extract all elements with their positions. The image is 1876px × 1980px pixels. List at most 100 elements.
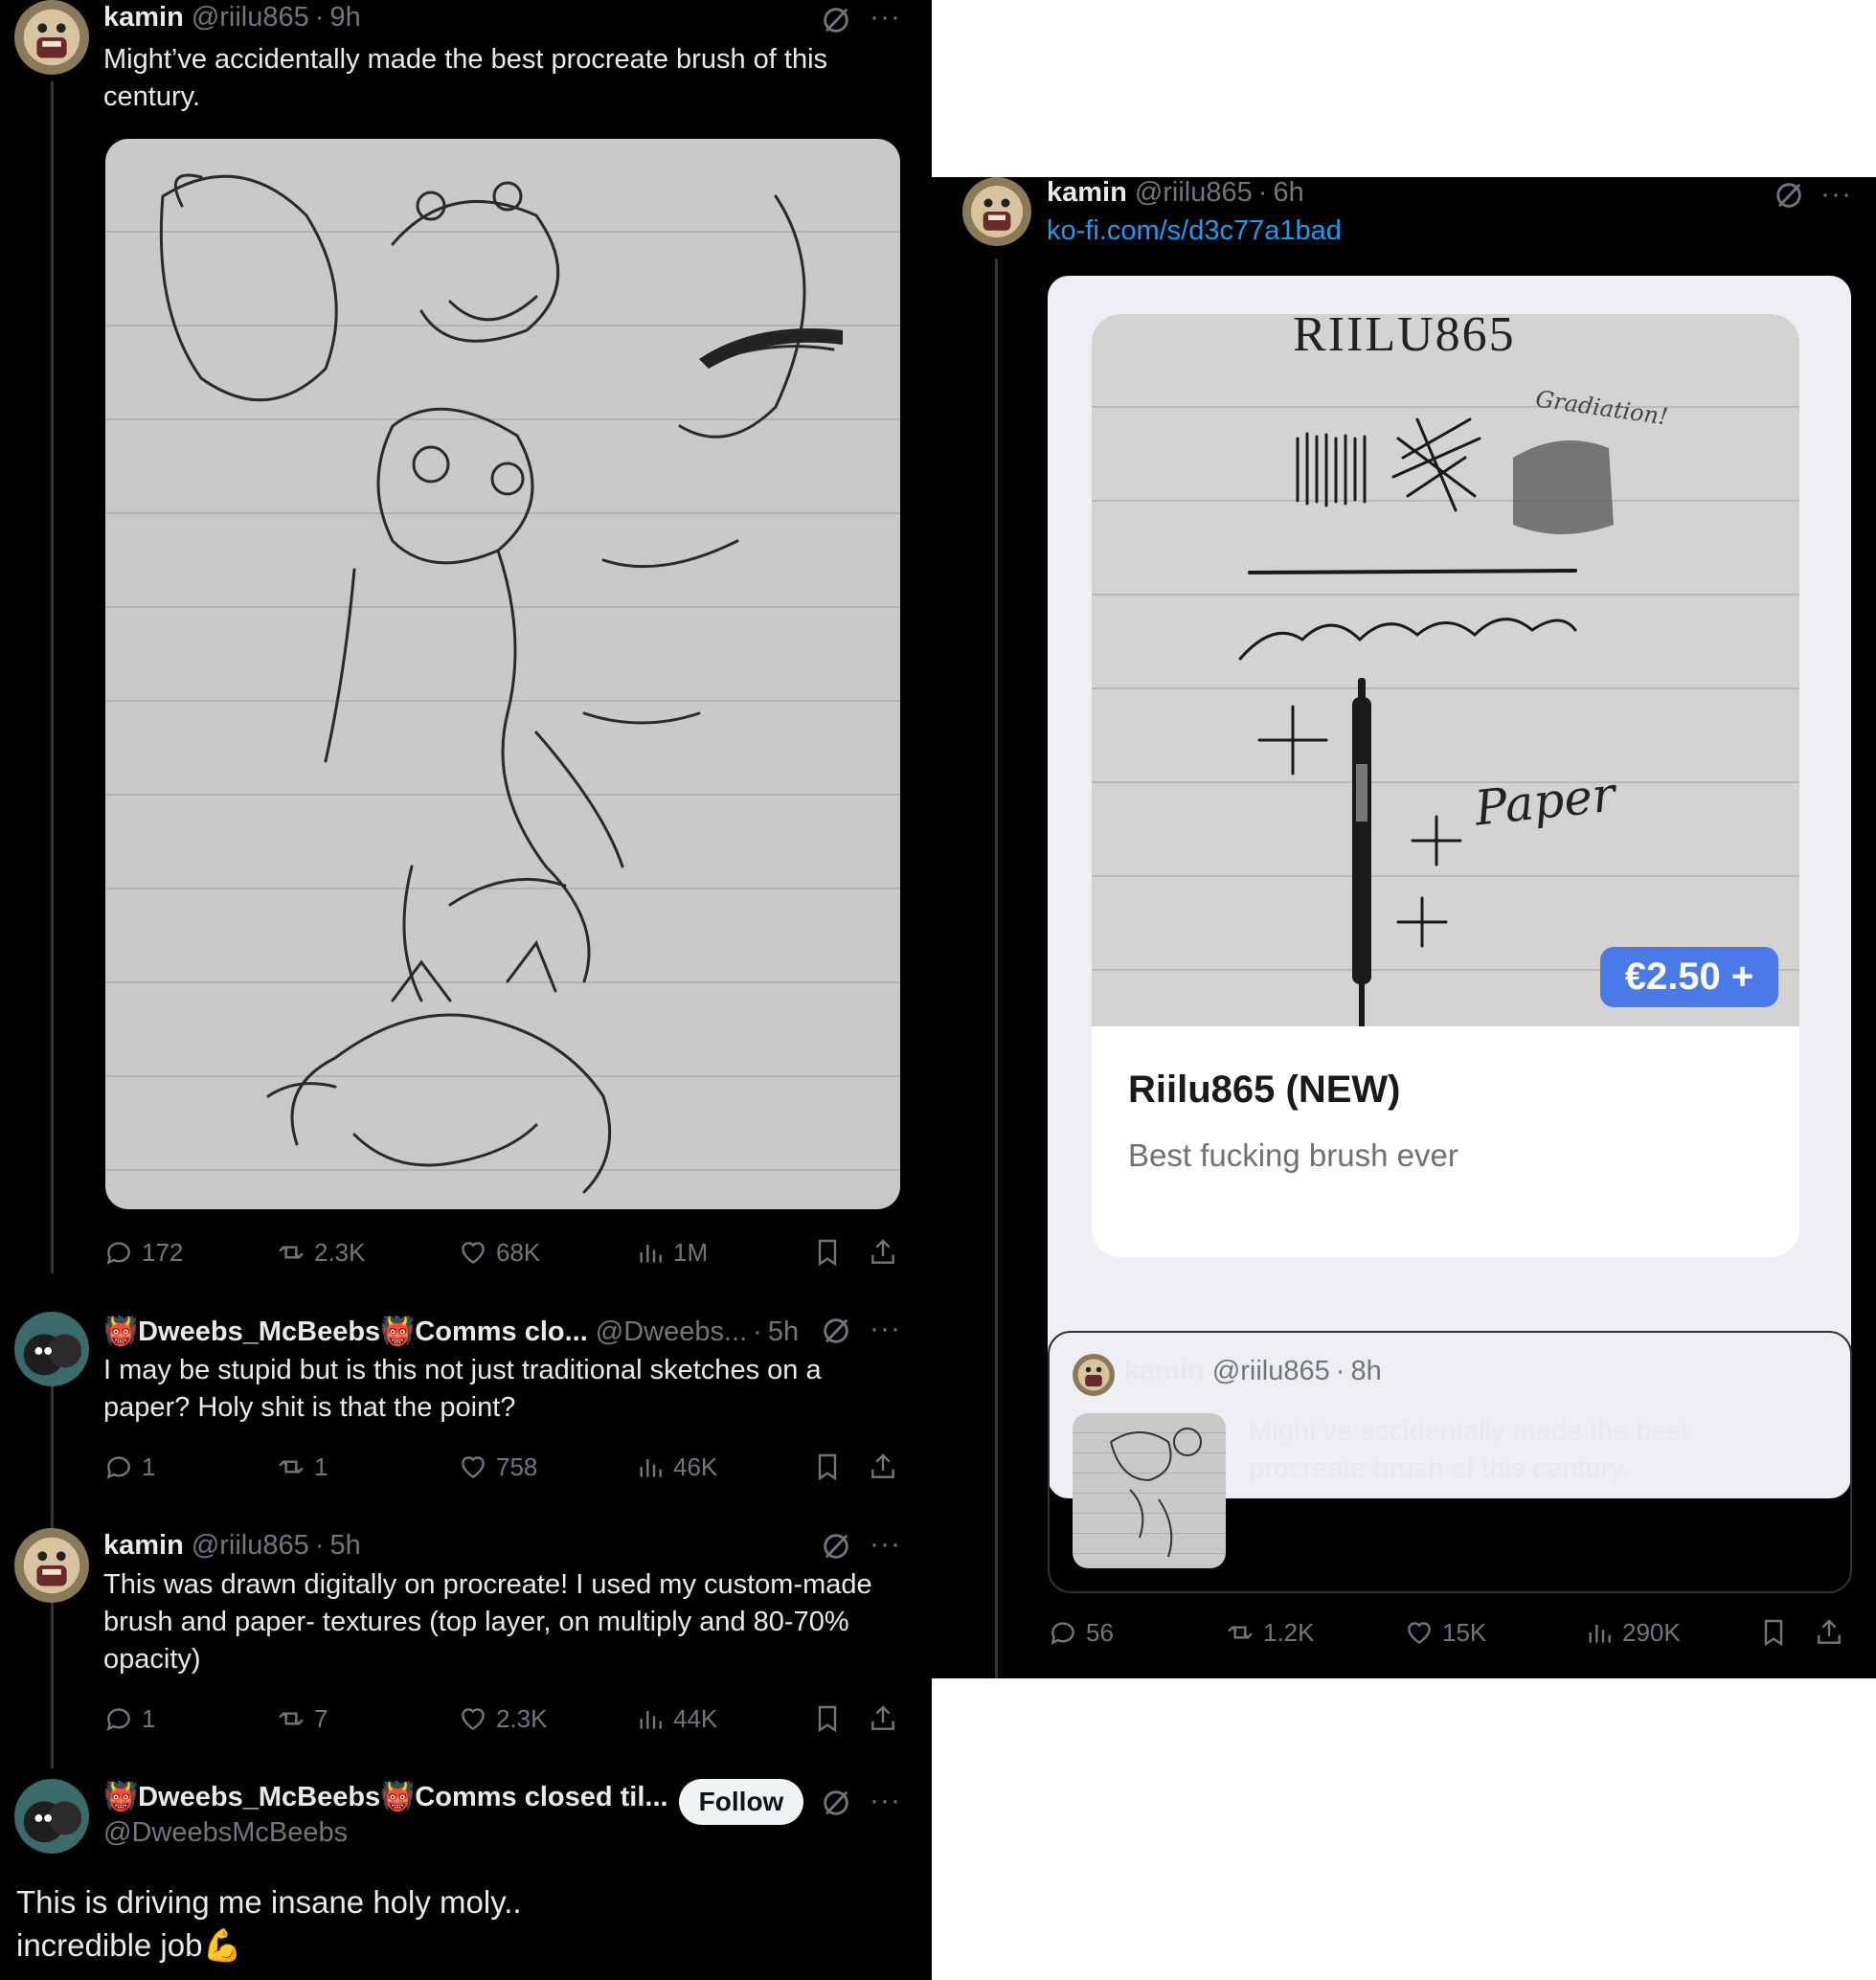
more-options-icon[interactable]: ···: [1820, 180, 1852, 209]
more-options-icon[interactable]: ···: [870, 1530, 901, 1559]
grok-icon[interactable]: [820, 1530, 852, 1563]
user-handle[interactable]: @riilu865: [1135, 177, 1253, 209]
link-preview-card[interactable]: RIILU865 Gradiation! Paper €2.50 + Riilu…: [1048, 276, 1851, 1498]
repost-button[interactable]: 2.3K: [276, 1233, 366, 1271]
reply-actions: 1 7 2.3K 44K: [103, 1699, 908, 1738]
devil-emoji: 👹: [103, 1316, 139, 1347]
share-icon: [871, 1705, 894, 1730]
views-count: 1M: [673, 1237, 709, 1267]
product-title: Riilu865 (NEW): [1128, 1069, 1401, 1111]
share-button[interactable]: [868, 1699, 898, 1738]
focused-reply-text-line2: incredible job💪: [16, 1924, 242, 1967]
more-options-icon[interactable]: ···: [870, 1315, 901, 1343]
display-name-suffix[interactable]: Comms closed til...: [415, 1782, 667, 1813]
avatar[interactable]: [14, 1779, 89, 1854]
views-count: 44K: [673, 1703, 718, 1733]
display-name[interactable]: Dweebs_McBeebs: [138, 1782, 380, 1813]
display-name[interactable]: kamin: [103, 1530, 184, 1562]
heart-icon: [462, 1456, 485, 1479]
views-button[interactable]: 44K: [635, 1699, 717, 1738]
timestamp[interactable]: 5h: [768, 1316, 799, 1348]
post-actions: 172 2.3K 68K 1M: [103, 1233, 908, 1271]
left-thread-panel: kamin @riilu865 · 9h ··· Might’ve accide…: [0, 0, 932, 1980]
views-icon: [1589, 1625, 1611, 1643]
grok-icon[interactable]: [820, 1787, 852, 1819]
views-icon: [640, 1245, 662, 1263]
reply-button[interactable]: 172: [103, 1233, 183, 1271]
focused-reply-text-line1: This is driving me insane holy moly..: [16, 1884, 522, 1920]
post-header: kamin @riilu865 · 9h: [103, 2, 361, 34]
avatar[interactable]: [962, 177, 1031, 246]
bookmark-button[interactable]: [1758, 1613, 1789, 1652]
product-image: RIILU865 Gradiation! Paper: [1092, 314, 1799, 1026]
quote-header: kamin @riilu865 · 8h: [1124, 1356, 1382, 1387]
more-options-icon[interactable]: ···: [870, 3, 901, 32]
like-button[interactable]: 68K: [458, 1233, 540, 1271]
bookmark-button[interactable]: [812, 1448, 843, 1486]
separator-dot: ·: [314, 1530, 325, 1561]
reply-icon: [106, 1708, 130, 1731]
reply-icon: [106, 1242, 130, 1265]
heart-icon: [1408, 1622, 1431, 1645]
display-name[interactable]: Dweebs_McBeebs: [138, 1316, 380, 1348]
display-name-suffix[interactable]: Comms clo...: [415, 1316, 588, 1348]
views-button[interactable]: 290K: [1584, 1613, 1681, 1652]
kofi-product-card[interactable]: RIILU865 Gradiation! Paper €2.50 + Riilu…: [1092, 314, 1799, 1257]
avatar[interactable]: [14, 1312, 89, 1386]
grok-icon[interactable]: [1773, 179, 1805, 212]
display-name[interactable]: kamin: [103, 2, 184, 34]
bookmark-button[interactable]: [812, 1699, 843, 1738]
like-button[interactable]: 2.3K: [458, 1699, 548, 1738]
user-handle[interactable]: @riilu865: [192, 2, 309, 34]
repost-button[interactable]: 1: [276, 1448, 328, 1486]
avatar[interactable]: [14, 1528, 89, 1603]
repost-button[interactable]: 1.2K: [1225, 1613, 1315, 1652]
timestamp[interactable]: 9h: [329, 2, 360, 34]
display-name[interactable]: kamin: [1047, 177, 1127, 209]
reply-button[interactable]: 56: [1048, 1613, 1114, 1652]
repost-count: 1: [314, 1451, 328, 1481]
timestamp[interactable]: 5h: [329, 1530, 360, 1562]
follow-button[interactable]: Follow: [679, 1779, 803, 1825]
price-badge[interactable]: €2.50 +: [1600, 947, 1778, 1007]
devil-emoji: 👹: [380, 1782, 416, 1812]
like-button[interactable]: 758: [458, 1448, 537, 1486]
timestamp[interactable]: 6h: [1273, 177, 1303, 209]
share-button[interactable]: [1814, 1613, 1844, 1652]
user-handle: @riilu865: [1211, 1356, 1330, 1386]
heart-icon: [462, 1708, 485, 1731]
share-button[interactable]: [868, 1233, 898, 1271]
post-actions: 56 1.2K 15K 290K: [1048, 1613, 1852, 1652]
quoted-post[interactable]: kamin @riilu865 · 8h Might’ve accidental…: [1048, 1331, 1852, 1593]
separator-dot: ·: [753, 1316, 762, 1347]
reply-count: 1: [142, 1703, 156, 1733]
grok-icon[interactable]: [820, 1315, 852, 1347]
views-button[interactable]: 1M: [635, 1233, 708, 1271]
views-count: 290K: [1622, 1617, 1681, 1647]
post-header: kamin @riilu865 · 6h: [1047, 177, 1304, 209]
more-options-icon[interactable]: ···: [870, 1787, 901, 1815]
timestamp: 8h: [1350, 1356, 1382, 1386]
user-handle[interactable]: @Dweebs...: [596, 1316, 747, 1348]
share-icon: [871, 1453, 894, 1478]
quote-thumbnail: [1073, 1413, 1226, 1568]
share-button[interactable]: [868, 1448, 898, 1486]
avatar[interactable]: [14, 0, 89, 75]
user-handle[interactable]: @DweebsMcBeebs: [103, 1817, 348, 1849]
grok-icon[interactable]: [820, 4, 852, 36]
kofi-link[interactable]: ko-fi.com/s/d3c77a1bad: [1047, 215, 1342, 247]
like-button[interactable]: 15K: [1404, 1613, 1486, 1652]
bookmark-icon: [818, 1239, 837, 1267]
bookmark-button[interactable]: [812, 1233, 843, 1271]
views-icon: [640, 1711, 662, 1729]
separator-dot: ·: [1257, 177, 1268, 208]
post-image[interactable]: [105, 139, 900, 1209]
reply-button[interactable]: 1: [103, 1699, 155, 1738]
reply-header: 👹 Dweebs_McBeebs 👹 Comms clo... @Dweebs.…: [103, 1316, 799, 1348]
repost-button[interactable]: 7: [276, 1699, 328, 1738]
repost-icon: [279, 1459, 304, 1474]
views-button[interactable]: 46K: [635, 1448, 717, 1486]
user-handle[interactable]: @riilu865: [192, 1530, 309, 1562]
reply-button[interactable]: 1: [103, 1448, 155, 1486]
reply-header: 👹 Dweebs_McBeebs 👹 Comms closed til...: [103, 1781, 668, 1813]
